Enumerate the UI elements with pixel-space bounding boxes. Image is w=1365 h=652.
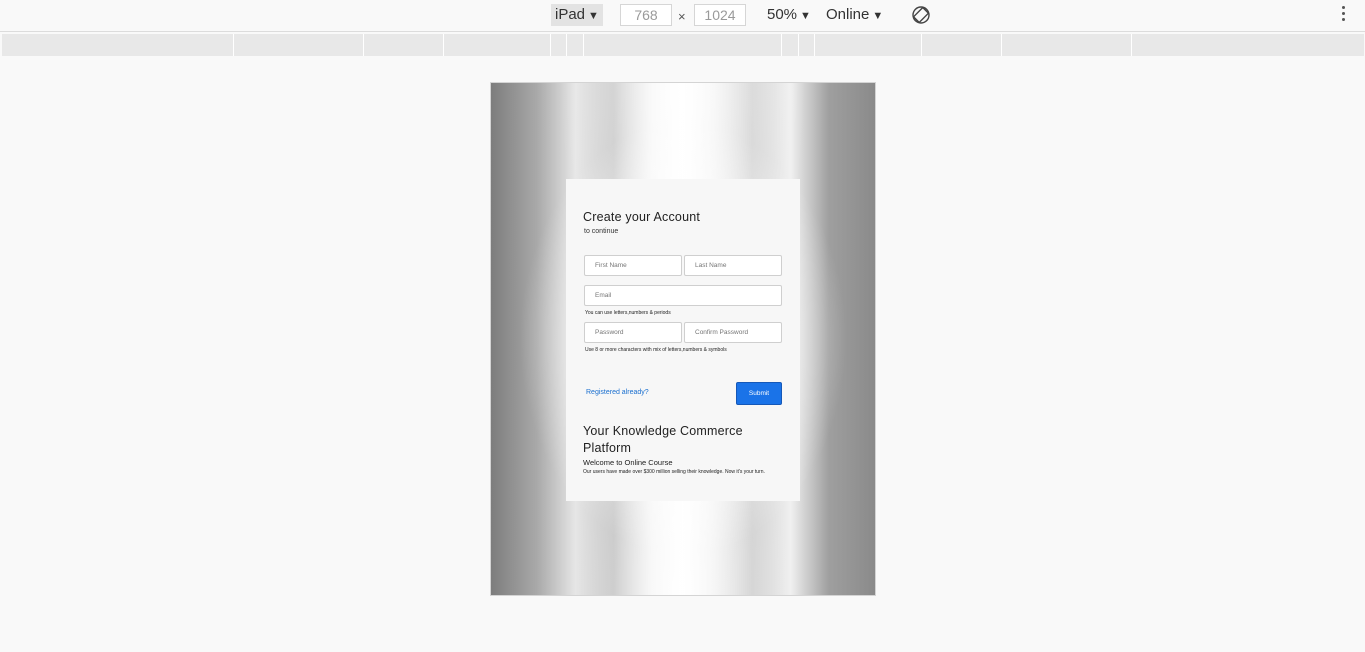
page-title: Create your Account [583,210,701,224]
media-query-divider [550,34,551,56]
media-query-bar[interactable] [2,34,1364,56]
device-toolbar: iPad▼ × 50%▼ Online▼ [0,0,1365,32]
media-query-divider [583,34,584,56]
email-hint: You can use letters,numbers & periods [585,310,671,316]
promo-title: Your Knowledge Commerce Platform [583,424,743,455]
dimension-separator: × [678,9,686,24]
rotate-icon[interactable] [911,5,931,25]
network-throttle-select[interactable]: Online ▼ [826,4,883,26]
media-query-divider [814,34,815,56]
media-query-divider [921,34,922,56]
zoom-select[interactable]: 50% ▼ [767,4,811,26]
confirm-password-field[interactable] [684,322,782,343]
chevron-down-icon: ▼ [800,10,811,22]
signup-card: Create your Account to continue You can … [566,179,800,501]
device-select-label: iPad [555,6,586,23]
media-query-divider [233,34,234,56]
height-input[interactable] [694,4,746,26]
password-field[interactable] [584,322,682,343]
media-query-divider [566,34,567,56]
chevron-down-icon: ▼ [872,10,884,22]
more-vertical-icon[interactable] [1336,6,1350,26]
width-input[interactable] [620,4,672,26]
network-select-label: Online [826,6,870,23]
media-query-divider [1001,34,1002,56]
promo-subtitle: Welcome to Online Course [583,458,673,467]
first-name-field[interactable] [584,255,682,276]
media-query-divider [781,34,782,56]
media-query-divider [443,34,444,56]
page-subtitle: to continue [584,228,619,235]
promo-body: Our users have made over $300 million se… [583,469,765,475]
submit-button[interactable]: Submit [736,382,782,405]
password-hint: Use 8 or more characters with mix of let… [585,347,727,353]
device-select[interactable]: iPad ▼ [551,4,603,26]
media-query-divider [363,34,364,56]
last-name-field[interactable] [684,255,782,276]
login-link[interactable]: Registered already? [586,389,649,396]
device-viewport: Create your Account to continue You can … [490,82,876,596]
media-query-divider [798,34,799,56]
email-field[interactable] [584,285,782,306]
zoom-select-label: 50% [767,6,798,23]
media-query-divider [1131,34,1132,56]
chevron-down-icon: ▼ [588,10,599,22]
